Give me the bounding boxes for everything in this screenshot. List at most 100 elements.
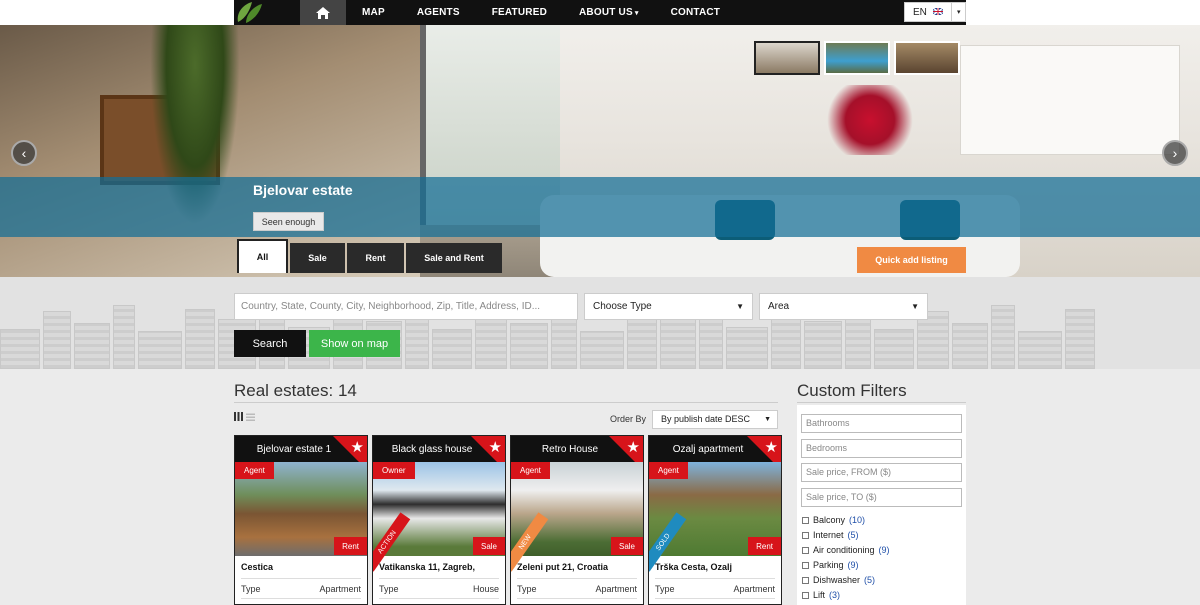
type-value: Apartment (319, 584, 361, 594)
listing-card[interactable]: Black glass house ★ Owner ACTION Sale Va… (372, 435, 506, 605)
checkbox[interactable] (802, 546, 809, 554)
bathrooms-input[interactable]: Bathrooms (801, 414, 962, 433)
filter-checkbox-lift[interactable]: Lift (3) (802, 590, 840, 600)
deal-badge: Sale (610, 537, 643, 555)
role-badge: Agent (649, 462, 688, 479)
sale-price-from-input[interactable]: Sale price, FROM ($) (801, 463, 962, 482)
divider (379, 598, 499, 599)
type-label: Type (517, 584, 537, 594)
list-view-icon[interactable] (246, 412, 255, 421)
role-badge: Agent (511, 462, 550, 479)
deal-badge: Rent (748, 537, 781, 555)
seen-enough-button[interactable]: Seen enough (253, 212, 324, 231)
slider-prev-button[interactable]: ‹ (11, 140, 37, 166)
filter-checkbox-air-conditioning[interactable]: Air conditioning (9) (802, 545, 890, 555)
slider-next-button[interactable]: › (1162, 140, 1188, 166)
nav-item-map[interactable]: MAP (346, 0, 401, 25)
filter-checkbox-dishwasher[interactable]: Dishwasher (5) (802, 575, 875, 585)
checkbox-count: (3) (829, 590, 841, 600)
language-code: EN (913, 6, 927, 18)
nav-item-agents[interactable]: AGENTS (401, 0, 476, 25)
leaf-logo-icon[interactable] (234, 0, 264, 25)
area-select-label: Area (768, 301, 790, 312)
quick-add-listing-button[interactable]: Quick add listing (857, 247, 966, 273)
divider (379, 578, 499, 579)
slider-thumbnail[interactable] (754, 41, 820, 75)
listing-cards: Bjelovar estate 1 ★ Agent Rent Cestica T… (234, 435, 782, 605)
divider (655, 598, 775, 599)
checkbox[interactable] (802, 576, 809, 584)
caret-down-icon: ▼ (911, 302, 919, 311)
view-toggle (234, 412, 255, 421)
checkbox[interactable] (802, 591, 809, 599)
chevron-down-icon[interactable]: ▾ (951, 3, 965, 21)
filter-checkbox-balcony[interactable]: Balcony (10) (802, 515, 865, 525)
nav-item-about-us-label: ABOUT US (579, 7, 633, 18)
slider-thumbnails (754, 41, 960, 75)
show-on-map-button[interactable]: Show on map (309, 330, 400, 357)
listing-address: Zeleni put 21, Croatia (517, 562, 609, 572)
tab-sale-and-rent[interactable]: Sale and Rent (406, 243, 502, 273)
order-by-select[interactable]: By publish date DESC ▼ (652, 410, 778, 429)
sale-price-to-input[interactable]: Sale price, TO ($) (801, 488, 962, 507)
nav-item-contact[interactable]: CONTACT (655, 0, 737, 25)
filter-checkbox-internet[interactable]: Internet (5) (802, 530, 859, 540)
hero-photo-flowers (820, 85, 920, 155)
listing-address: Cestica (241, 562, 274, 572)
chevron-right-icon: › (1172, 145, 1178, 161)
type-label: Type (241, 584, 261, 594)
checkbox-label: Dishwasher (813, 575, 861, 585)
home-nav-button[interactable] (300, 0, 346, 25)
divider (517, 598, 637, 599)
chevron-down-icon: ▾ (634, 10, 639, 17)
checkbox-label: Air conditioning (813, 545, 875, 555)
search-input[interactable]: Country, State, County, City, Neighborho… (234, 293, 578, 320)
bedrooms-input[interactable]: Bedrooms (801, 439, 962, 458)
type-value: House (472, 584, 499, 594)
slider-thumbnail[interactable] (894, 41, 960, 75)
checkbox-label: Internet (813, 530, 844, 540)
type-label: Type (655, 584, 675, 594)
checkbox[interactable] (802, 531, 809, 539)
type-value: Apartment (733, 584, 775, 594)
star-icon: ★ (764, 439, 778, 456)
order-by-label: Order By (610, 414, 647, 424)
nav-item-featured[interactable]: FEATURED (476, 0, 563, 25)
listing-card[interactable]: Retro House ★ Agent NEW Sale Zeleni put … (510, 435, 644, 605)
checkbox-label: Balcony (813, 515, 846, 525)
filter-checkbox-parking[interactable]: Parking (9) (802, 560, 859, 570)
deal-badge: Sale (472, 537, 505, 555)
area-select[interactable]: Area ▼ (759, 293, 928, 320)
grid-view-icon[interactable] (234, 412, 243, 421)
language-select[interactable]: EN ▾ (904, 2, 966, 22)
hero-photo-cabinet (960, 45, 1180, 155)
checkbox-count: (5) (864, 575, 876, 585)
caret-down-icon: ▼ (764, 416, 771, 423)
divider (797, 402, 966, 403)
divider (234, 402, 778, 403)
listing-card[interactable]: Bjelovar estate 1 ★ Agent Rent Cestica T… (234, 435, 368, 605)
checkbox[interactable] (802, 516, 809, 524)
hero-slider: ‹ › Bjelovar estate Seen enough All Sale… (0, 25, 1200, 277)
checkbox[interactable] (802, 561, 809, 569)
listing-card[interactable]: Ozalj apartment ★ Agent SOLD Rent Trška … (648, 435, 782, 605)
checkbox-count: (9) (847, 560, 859, 570)
tab-all[interactable]: All (237, 239, 288, 273)
checkbox-count: (10) (849, 515, 866, 525)
type-select[interactable]: Choose Type ▼ (584, 293, 753, 320)
order-by-value: By publish date DESC (661, 414, 751, 424)
role-badge: Owner (373, 462, 415, 479)
tab-rent[interactable]: Rent (347, 243, 404, 273)
nav-item-about-us[interactable]: ABOUT US ▾ (563, 0, 655, 25)
checkbox-label: Parking (813, 560, 844, 570)
star-icon: ★ (626, 439, 640, 456)
tab-sale[interactable]: Sale (290, 243, 345, 273)
slide-title: Bjelovar estate (253, 182, 353, 198)
checkbox-count: (9) (878, 545, 890, 555)
divider (241, 598, 361, 599)
star-icon: ★ (488, 439, 502, 456)
listing-type-tabs: All Sale Rent Sale and Rent (237, 239, 502, 273)
slider-thumbnail[interactable] (824, 41, 890, 75)
search-button[interactable]: Search (234, 330, 306, 357)
language-label: EN (905, 7, 951, 18)
